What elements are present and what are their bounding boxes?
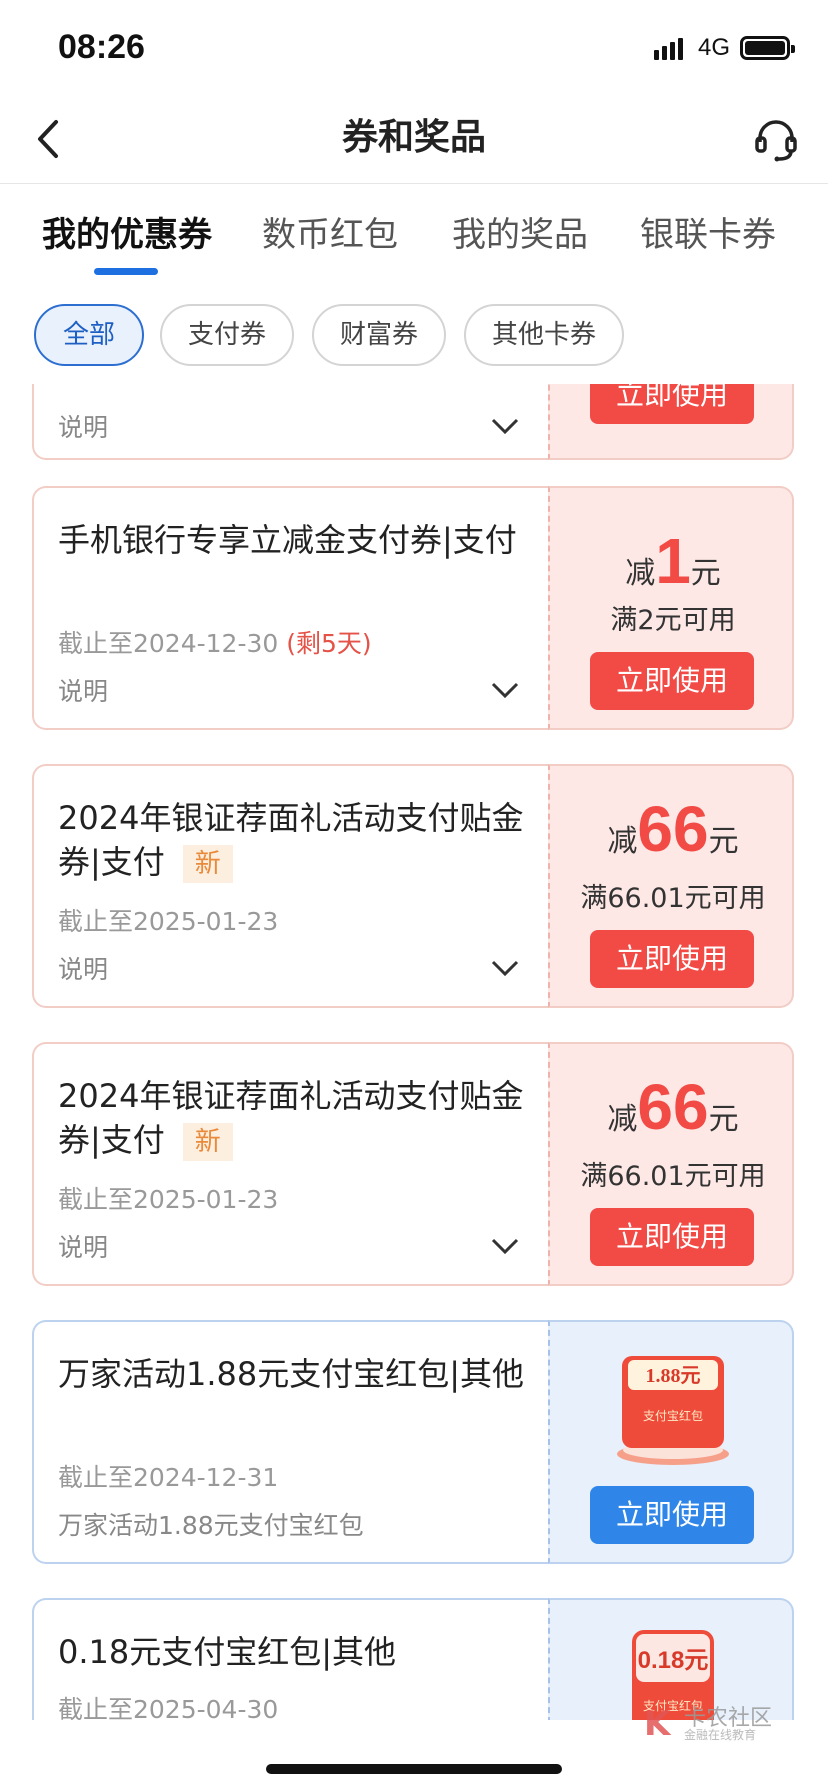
coupon-amount: 减66元 (607, 793, 739, 865)
coupon-desc[interactable]: 说明 (58, 950, 108, 986)
use-now-button[interactable]: 立即使用 (590, 384, 754, 424)
chevron-down-icon[interactable] (490, 1236, 520, 1256)
coupon-condition: 满66.01元可用 (580, 883, 766, 914)
svg-text:1.88元: 1.88元 (646, 1365, 701, 1387)
status-time: 08:26 (58, 28, 145, 66)
coupon-deadline: 截止至2025-04-30 (58, 1695, 279, 1720)
chevron-down-icon[interactable] (490, 416, 520, 436)
filter-chips: 全部 支付券 财富券 其他卡券 (0, 298, 828, 370)
nav-bar: 券和奖品 (0, 96, 828, 184)
alipay-red-packet-image: 1.88元 支付宝红包 (617, 1356, 729, 1465)
new-badge: 新 (182, 1123, 233, 1161)
tab-unionpay-coupons[interactable]: 银联卡券 (640, 212, 776, 258)
filter-wealth[interactable]: 财富券 (312, 304, 446, 366)
coupon-deadline: 截止至2024-12-30 (剩5天) (58, 629, 372, 658)
coupon-title: 手机银行专享立减金支付券|支付 (58, 521, 517, 559)
coupon-amount: 减1元 (625, 525, 721, 597)
coupon-title: 0.18元支付宝红包|其他 (58, 1633, 397, 1671)
coupon-title: 2024年银证荐面礼活动支付贴金券|支付新 (58, 799, 524, 883)
home-indicator[interactable] (266, 1764, 562, 1774)
use-now-button[interactable]: 立即使用 (590, 652, 754, 710)
new-badge: 新 (182, 845, 233, 883)
coupon-card: 万家活动1.88元支付宝红包|其他 截止至2024-12-31 万家活动1.88… (32, 1320, 794, 1564)
tab-digital-red-packets[interactable]: 数币红包 (262, 212, 398, 258)
page-title: 券和奖品 (341, 117, 486, 158)
active-tab-indicator (94, 268, 158, 275)
customer-service-icon[interactable] (752, 116, 800, 164)
filter-payment[interactable]: 支付券 (160, 304, 294, 366)
signal-icon (654, 38, 683, 60)
tab-bar: 我的优惠券 数币红包 我的奖品 银联卡券 (0, 184, 828, 280)
remaining-days: (剩5天) (286, 629, 372, 658)
coupon-desc[interactable]: 说明 (58, 672, 108, 708)
coupon-card: 说明 立即使用 (32, 384, 794, 460)
watermark-k-icon: K (644, 1704, 671, 1744)
coupon-deadline: 截止至2025-01-23 (58, 907, 279, 936)
coupon-deadline: 截止至2024-12-31 (58, 1463, 279, 1492)
coupon-card: 2024年银证荐面礼活动支付贴金券|支付新 截止至2025-01-23 说明 减… (32, 1042, 794, 1286)
chevron-down-icon[interactable] (490, 958, 520, 978)
watermark-logo: K 卡农社区 金融在线教育 (644, 1704, 773, 1744)
use-now-button[interactable]: 立即使用 (590, 1486, 754, 1544)
coupon-title: 2024年银证荐面礼活动支付贴金券|支付新 (58, 1077, 524, 1161)
status-bar: 08:26 4G (0, 0, 828, 96)
coupon-desc: 万家活动1.88元支付宝红包 (58, 1511, 364, 1540)
coupon-condition: 满2元可用 (610, 605, 736, 636)
coupon-card: 手机银行专享立减金支付券|支付 截止至2024-12-30 (剩5天) 说明 减… (32, 486, 794, 730)
coupon-desc[interactable]: 说明 (58, 408, 108, 444)
network-type: 4G (698, 34, 731, 61)
coupon-condition: 满66.01元可用 (580, 1161, 766, 1192)
filter-other[interactable]: 其他卡券 (464, 304, 624, 366)
battery-icon (740, 36, 795, 60)
coupon-list: 说明 立即使用 手机银行专享立减金支付券|支付 截止至2024-12-30 (剩… (0, 384, 828, 1720)
chevron-down-icon[interactable] (490, 680, 520, 700)
tab-my-prizes[interactable]: 我的奖品 (452, 212, 588, 258)
coupon-title: 万家活动1.88元支付宝红包|其他 (58, 1355, 525, 1393)
coupon-card: 2024年银证荐面礼活动支付贴金券|支付新 截止至2025-01-23 说明 减… (32, 764, 794, 1008)
use-now-button[interactable]: 立即使用 (590, 930, 754, 988)
coupon-deadline: 截止至2025-01-23 (58, 1185, 279, 1214)
filter-all[interactable]: 全部 (34, 304, 144, 366)
tab-my-coupons[interactable]: 我的优惠券 (42, 212, 212, 258)
coupon-amount: 减66元 (607, 1071, 739, 1143)
svg-text:0.18元: 0.18元 (638, 1647, 709, 1674)
use-now-button[interactable]: 立即使用 (590, 1208, 754, 1266)
coupon-desc[interactable]: 说明 (58, 1228, 108, 1264)
svg-text:支付宝红包: 支付宝红包 (643, 1408, 703, 1423)
